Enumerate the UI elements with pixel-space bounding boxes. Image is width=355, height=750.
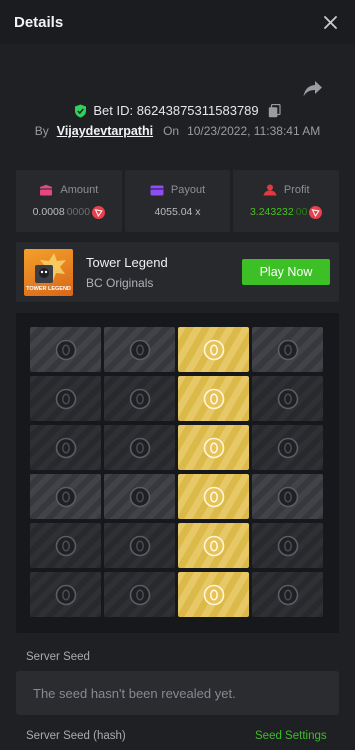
trx-coin-icon	[92, 205, 106, 219]
coin-icon	[277, 486, 298, 507]
copy-icon[interactable]	[268, 103, 281, 118]
coin-icon	[55, 437, 76, 458]
tower-tile[interactable]	[104, 376, 175, 421]
close-icon[interactable]	[321, 13, 339, 31]
coin-icon	[129, 339, 150, 360]
details-header: Details	[0, 0, 355, 44]
coin-icon	[203, 486, 224, 507]
amount-value-main: 0.0008	[32, 206, 65, 218]
coin-icon	[203, 388, 224, 409]
coin-icon	[277, 584, 298, 605]
tower-tile[interactable]	[252, 376, 323, 421]
coin-icon	[277, 437, 298, 458]
page-title: Details	[14, 13, 64, 31]
revealed-gold-tile[interactable]	[178, 572, 249, 617]
seed-settings-link[interactable]: Seed Settings	[255, 730, 327, 742]
server-seed-hash-label: Server Seed (hash)	[26, 730, 126, 742]
revealed-gold-tile[interactable]	[178, 425, 249, 470]
coin-icon	[203, 339, 224, 360]
revealed-gold-tile[interactable]	[178, 376, 249, 421]
tower-tile[interactable]	[252, 523, 323, 568]
tower-grid	[30, 327, 323, 617]
profit-icon	[263, 184, 277, 195]
payout-value-text: 4055.04 x	[154, 206, 201, 218]
tower-tile[interactable]	[104, 523, 175, 568]
profit-value-main: 3.243232	[249, 206, 294, 218]
tower-tile[interactable]	[30, 425, 101, 470]
tower-tile[interactable]	[30, 327, 101, 372]
amount-value-dim: 0000	[66, 206, 91, 218]
tower-tile[interactable]	[104, 327, 175, 372]
tower-tile[interactable]	[252, 327, 323, 372]
server-seed-label: Server Seed	[26, 651, 90, 663]
coin-icon	[277, 535, 298, 556]
amount-icon	[40, 184, 53, 195]
trx-coin-icon	[309, 205, 323, 219]
revealed-gold-tile[interactable]	[178, 327, 249, 372]
coin-icon	[55, 388, 76, 409]
tower-tile[interactable]	[252, 572, 323, 617]
username-link[interactable]: Vijaydevtarpathi	[57, 124, 153, 138]
game-thumbnail[interactable]: TOWER LEGEND	[24, 249, 73, 296]
amount-label: Amount	[60, 183, 99, 196]
tower-board	[16, 313, 339, 633]
payout-label: Payout	[170, 184, 206, 196]
verified-shield-icon	[75, 104, 87, 117]
coin-icon	[55, 584, 76, 605]
bet-id: Bet ID: 86243875311583789	[93, 103, 259, 118]
coin-icon	[55, 339, 76, 360]
tower-tile[interactable]	[104, 474, 175, 519]
coin-icon	[203, 584, 224, 605]
on-label: On	[163, 124, 180, 138]
game-card: TOWER LEGEND Tower Legend BC Originals P…	[16, 242, 339, 302]
game-provider: BC Originals	[86, 276, 154, 290]
profit-stat: Profit 3.243232 00	[233, 170, 340, 232]
profit-label: Profit	[283, 183, 310, 196]
coin-icon	[277, 388, 298, 409]
coin-icon	[129, 584, 150, 605]
tower-tile[interactable]	[252, 425, 323, 470]
coin-icon	[277, 339, 298, 360]
tower-tile[interactable]	[104, 425, 175, 470]
amount-stat: Amount 0.0008 0000	[16, 170, 122, 232]
coin-icon	[129, 486, 150, 507]
coin-icon	[203, 535, 224, 556]
coin-icon	[129, 437, 150, 458]
payout-card-icon	[150, 185, 164, 195]
profit-value-dim: 00	[295, 206, 308, 218]
coin-icon	[203, 437, 224, 458]
tower-tile[interactable]	[30, 376, 101, 421]
share-icon[interactable]	[302, 79, 324, 99]
server-seed-field[interactable]	[16, 671, 339, 715]
coin-icon	[55, 486, 76, 507]
bet-id-row: Bet ID: 86243875311583789	[0, 103, 355, 118]
revealed-gold-tile[interactable]	[178, 474, 249, 519]
tower-tile[interactable]	[252, 474, 323, 519]
profit-value: 3.243232 00	[249, 205, 323, 219]
payout-value: 4055.04 x	[154, 206, 200, 218]
tower-tile[interactable]	[30, 474, 101, 519]
tower-tile[interactable]	[30, 572, 101, 617]
coin-icon	[129, 535, 150, 556]
bet-meta-row: By Vijaydevtarpathi On 10/23/2022, 11:38…	[0, 124, 355, 138]
tower-tile[interactable]	[104, 572, 175, 617]
bet-stats: Amount 0.0008 0000 Payout 4055.04 x Profi…	[16, 170, 340, 232]
payout-stat: Payout 4055.04 x	[124, 170, 231, 232]
by-label: By	[34, 124, 49, 138]
amount-value: 0.0008 0000	[32, 205, 106, 219]
bet-date: 10/23/2022, 11:38:41 AM	[187, 124, 321, 138]
revealed-gold-tile[interactable]	[178, 523, 249, 568]
game-name: Tower Legend	[86, 255, 168, 270]
game-thumbnail-text: TOWER LEGEND	[26, 286, 71, 292]
play-now-button[interactable]: Play Now	[242, 259, 330, 285]
coin-icon	[129, 388, 150, 409]
tower-tile[interactable]	[30, 523, 101, 568]
coin-icon	[55, 535, 76, 556]
